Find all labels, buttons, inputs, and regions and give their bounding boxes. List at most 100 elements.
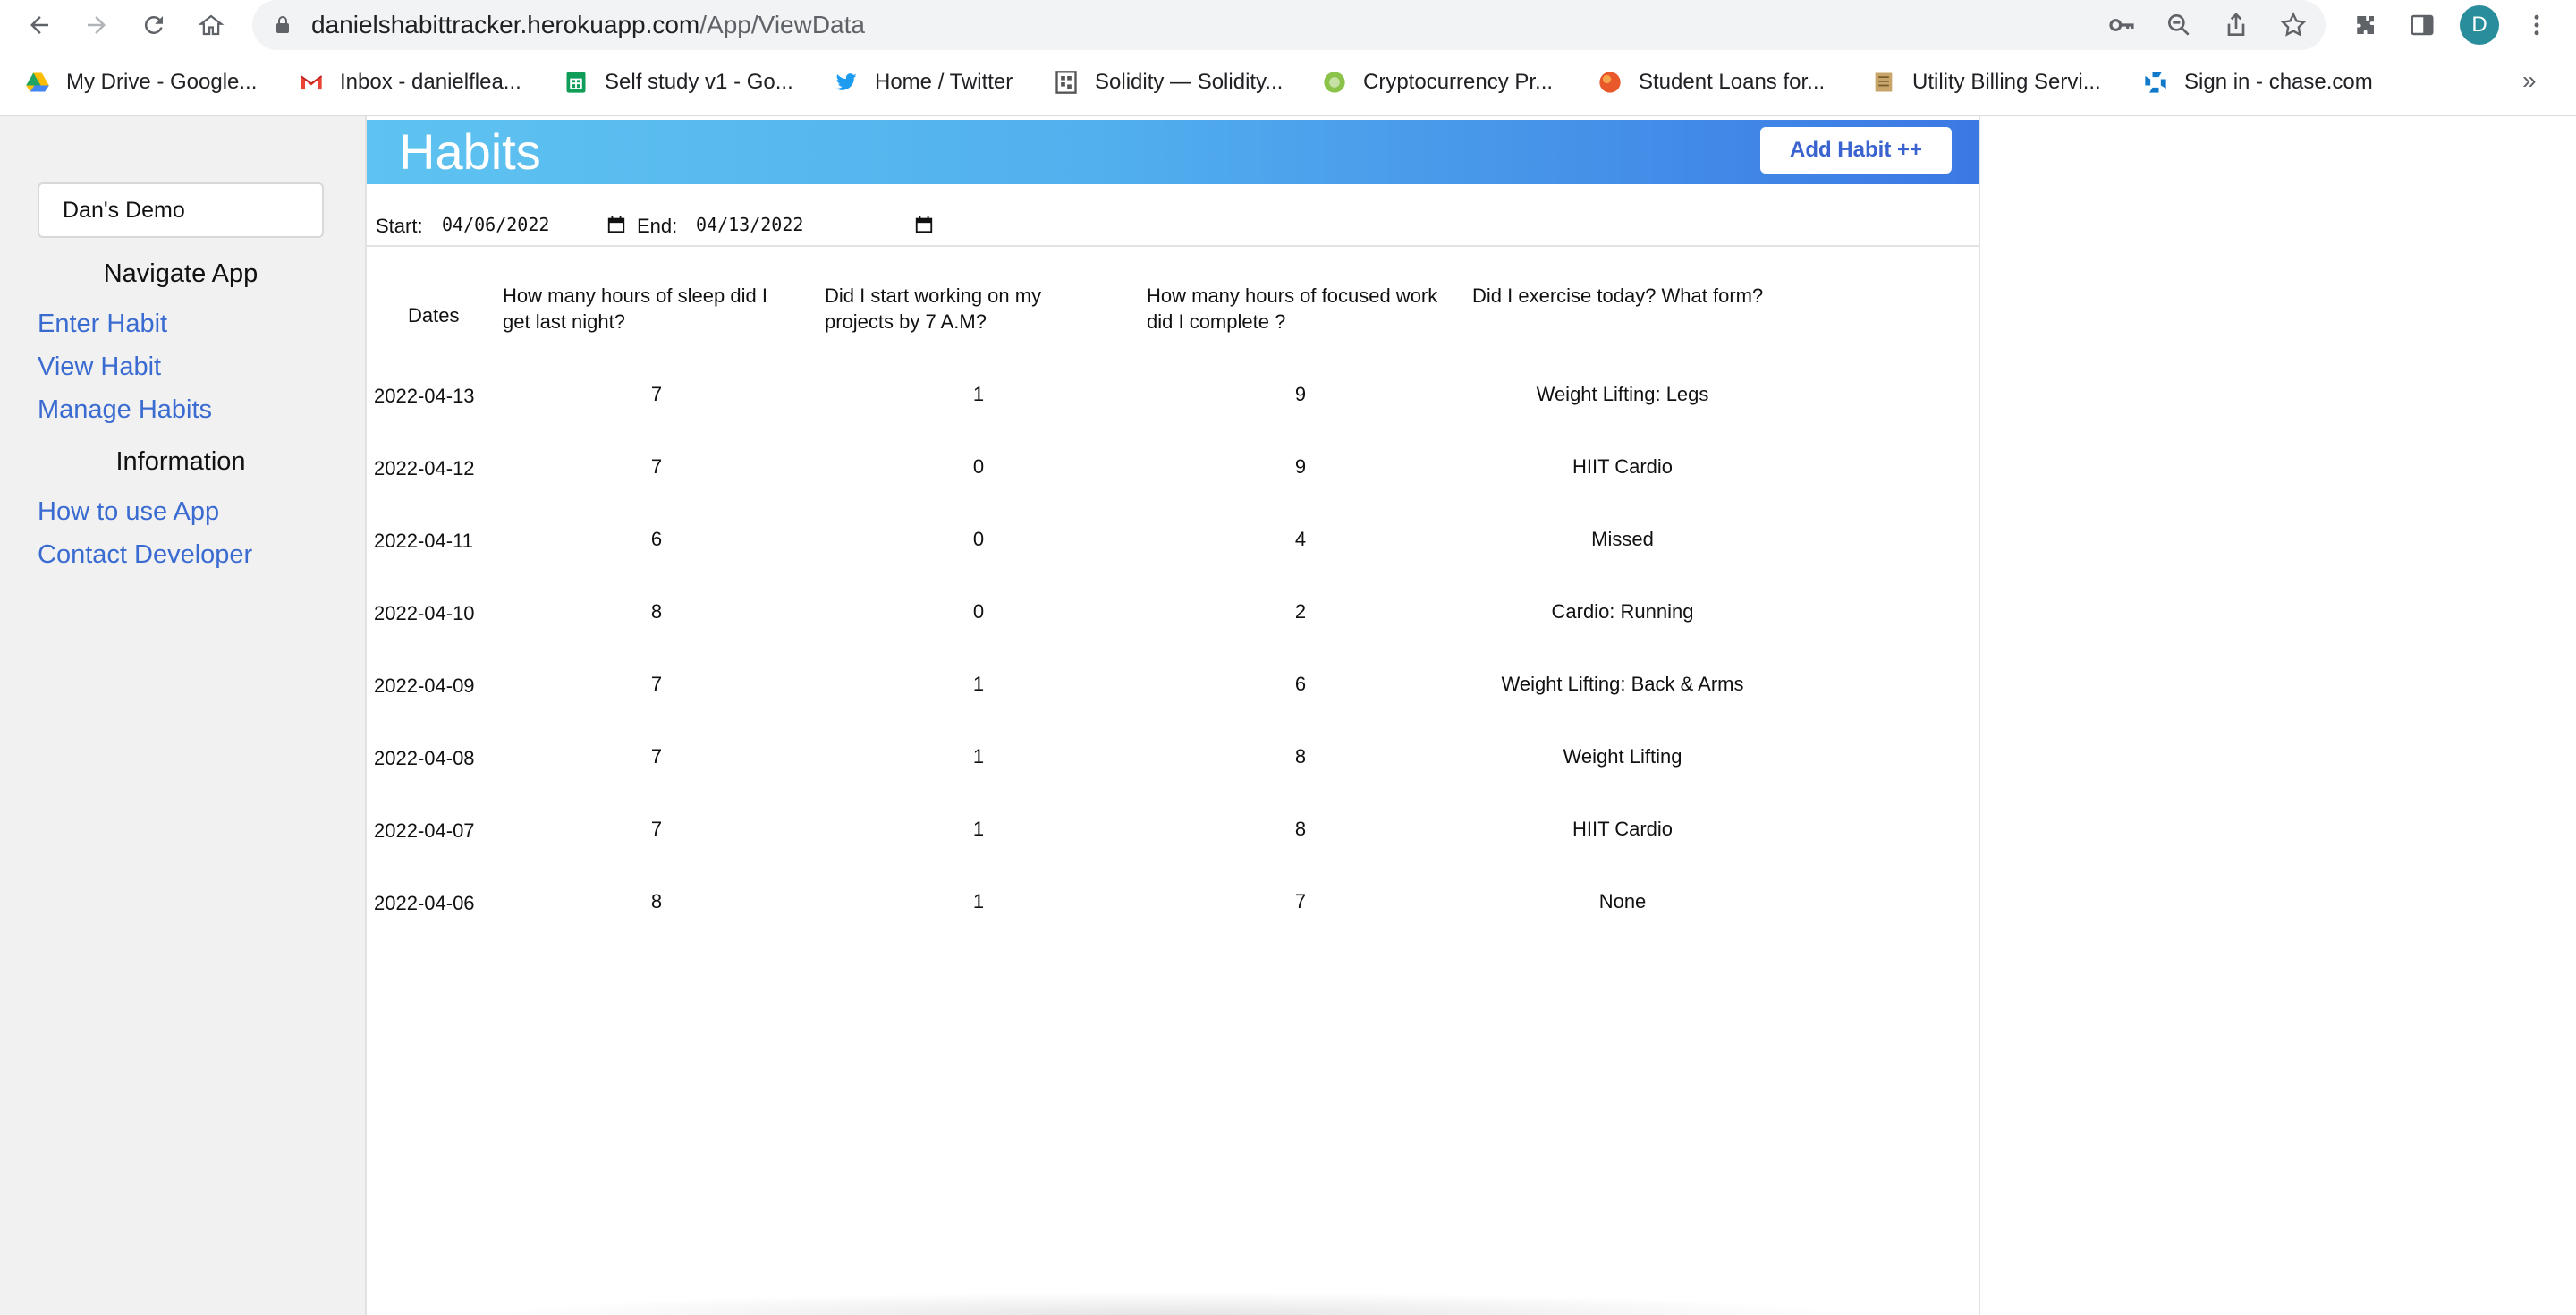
zoom-out-icon[interactable] [2165, 11, 2193, 39]
table-cell: 0 [972, 455, 985, 478]
bookmark-self-study[interactable]: Self study v1 - Go... [564, 66, 793, 98]
table-cell: 7 [650, 383, 663, 405]
row-date-cell: 2022-04-11 [374, 530, 473, 552]
start-label: Start: [376, 215, 423, 237]
table-cell: Weight Lifting: Legs [1536, 383, 1709, 405]
table-cell: Weight Lifting: Back & Arms [1501, 673, 1744, 695]
row-date-cell: 2022-04-09 [374, 674, 475, 697]
table-cell: 9 [1294, 455, 1307, 478]
google-drive-icon [26, 72, 49, 92]
google-sheets-icon [566, 72, 586, 93]
table-cell: 9 [1294, 383, 1307, 405]
lock-icon[interactable] [272, 14, 293, 36]
share-icon[interactable] [2222, 11, 2250, 39]
bookmarks-bar: My Drive - Google... Inbox - danielflea.… [0, 50, 2576, 116]
row-date-cell: 2022-04-12 [374, 457, 475, 479]
solidity-icon [1055, 71, 1077, 94]
table-cell: 6 [650, 528, 663, 550]
column-header-dates: Dates [408, 304, 460, 327]
student-loans-icon [1599, 72, 1621, 93]
gmail-icon [300, 75, 323, 90]
bookmark-label: Solidity — Solidity... [1095, 70, 1284, 94]
page-title: Habits [399, 123, 541, 180]
forward-arrow-icon[interactable] [79, 7, 114, 43]
end-date-input[interactable]: 04/13/2022 [696, 209, 934, 240]
table-cell: Weight Lifting [1563, 745, 1682, 768]
table-cell: 0 [972, 600, 985, 623]
main-content: Habits Add Habit ++ Start: 04/06/2022 En… [367, 116, 1980, 1315]
habits-banner: Habits Add Habit ++ [367, 120, 1979, 184]
nav-link-view-habit[interactable]: View Habit [38, 352, 161, 382]
browser-toolbar: danielshabittracker.herokuapp.com/App/Vi… [0, 0, 2576, 50]
table-cell: Cardio: Running [1551, 600, 1694, 623]
column-header-sleep: How many hours of sleep did I get last n… [503, 284, 767, 333]
column-header-focused-work: How many hours of focused work did I com… [1147, 284, 1438, 333]
table-cell: HIIT Cardio [1572, 455, 1674, 478]
bookmark-solidity[interactable]: Solidity — Solidity... [1054, 66, 1283, 98]
utility-billing-icon [1875, 72, 1893, 92]
table-cell: 8 [1294, 745, 1307, 768]
bookmarks-overflow-button[interactable]: » [2522, 66, 2537, 95]
table-cell: HIIT Cardio [1572, 818, 1674, 840]
row-date-cell: 2022-04-07 [374, 819, 475, 842]
table-cell: 7 [650, 673, 663, 695]
bookmark-utility-billing[interactable]: Utility Billing Servi... [1871, 66, 2101, 98]
menu-kebab-icon[interactable] [2519, 7, 2555, 43]
profile-avatar[interactable]: D [2460, 5, 2499, 45]
end-label: End: [637, 215, 678, 237]
back-arrow-icon[interactable] [21, 7, 57, 43]
date-filter-bar: Start: 04/06/2022 End: 04/13/2022 [367, 202, 1979, 247]
row-date-cell: 2022-04-06 [374, 892, 475, 914]
table-cell: 1 [972, 818, 985, 840]
end-date-value: 04/13/2022 [696, 214, 804, 235]
bookmark-inbox[interactable]: Inbox - danielflea... [299, 66, 521, 98]
info-link-how-to-use[interactable]: How to use App [38, 497, 219, 527]
table-cell: Missed [1591, 528, 1654, 550]
table-cell: 7 [1294, 890, 1307, 912]
nav-link-manage-habits[interactable]: Manage Habits [38, 395, 212, 425]
table-cell: 1 [972, 383, 985, 405]
table-cell: 1 [972, 745, 985, 768]
info-link-contact-developer[interactable]: Contact Developer [38, 540, 252, 570]
table-cell: 2 [1294, 600, 1307, 623]
chase-icon [2145, 72, 2166, 93]
row-date-cell: 2022-04-08 [374, 747, 475, 769]
bookmark-chase[interactable]: Sign in - chase.com [2143, 66, 2373, 98]
bookmark-my-drive[interactable]: My Drive - Google... [25, 66, 257, 98]
key-icon[interactable] [2107, 11, 2136, 39]
calendar-icon[interactable] [914, 215, 934, 234]
table-cell: 8 [650, 600, 663, 623]
bookmark-student-loans[interactable]: Student Loans for... [1597, 66, 1825, 98]
address-bar[interactable]: danielshabittracker.herokuapp.com/App/Vi… [252, 0, 2326, 50]
table-cell: None [1598, 890, 1647, 912]
bookmark-twitter[interactable]: Home / Twitter [834, 66, 1013, 98]
bookmark-label: Utility Billing Servi... [1912, 70, 2101, 94]
table-cell: 8 [1294, 818, 1307, 840]
add-habit-button[interactable]: Add Habit ++ [1760, 127, 1952, 174]
bookmark-label: Home / Twitter [875, 70, 1013, 94]
extensions-puzzle-icon[interactable] [2347, 7, 2383, 43]
bottom-shadow [367, 1288, 1979, 1315]
home-icon[interactable] [193, 7, 229, 43]
row-date-cell: 2022-04-10 [374, 602, 475, 624]
bookmark-label: My Drive - Google... [66, 70, 258, 94]
row-date-cell: 2022-04-13 [374, 385, 475, 407]
bookmark-cryptocurrency[interactable]: Cryptocurrency Pr... [1322, 66, 1553, 98]
table-cell: 4 [1294, 528, 1307, 550]
calendar-icon[interactable] [606, 215, 626, 234]
nav-link-enter-habit[interactable]: Enter Habit [38, 310, 167, 339]
url-path: /App/ViewData [699, 11, 865, 38]
column-header-start-work: Did I start working on my projects by 7 … [825, 284, 1042, 333]
bookmark-star-icon[interactable] [2279, 11, 2308, 39]
url-host: danielshabittracker.herokuapp.com [311, 11, 700, 38]
table-cell: 7 [650, 745, 663, 768]
url-text: danielshabittracker.herokuapp.com/App/Vi… [311, 10, 865, 40]
side-panel-icon[interactable] [2404, 7, 2440, 43]
start-date-input[interactable]: 04/06/2022 [442, 209, 626, 240]
navigate-heading: Navigate App [103, 259, 258, 288]
reload-icon[interactable] [136, 7, 172, 43]
crypto-icon [1324, 72, 1345, 93]
table-cell: 0 [972, 528, 985, 550]
bookmark-label: Self study v1 - Go... [605, 70, 793, 94]
bookmark-label: Student Loans for... [1639, 70, 1826, 94]
